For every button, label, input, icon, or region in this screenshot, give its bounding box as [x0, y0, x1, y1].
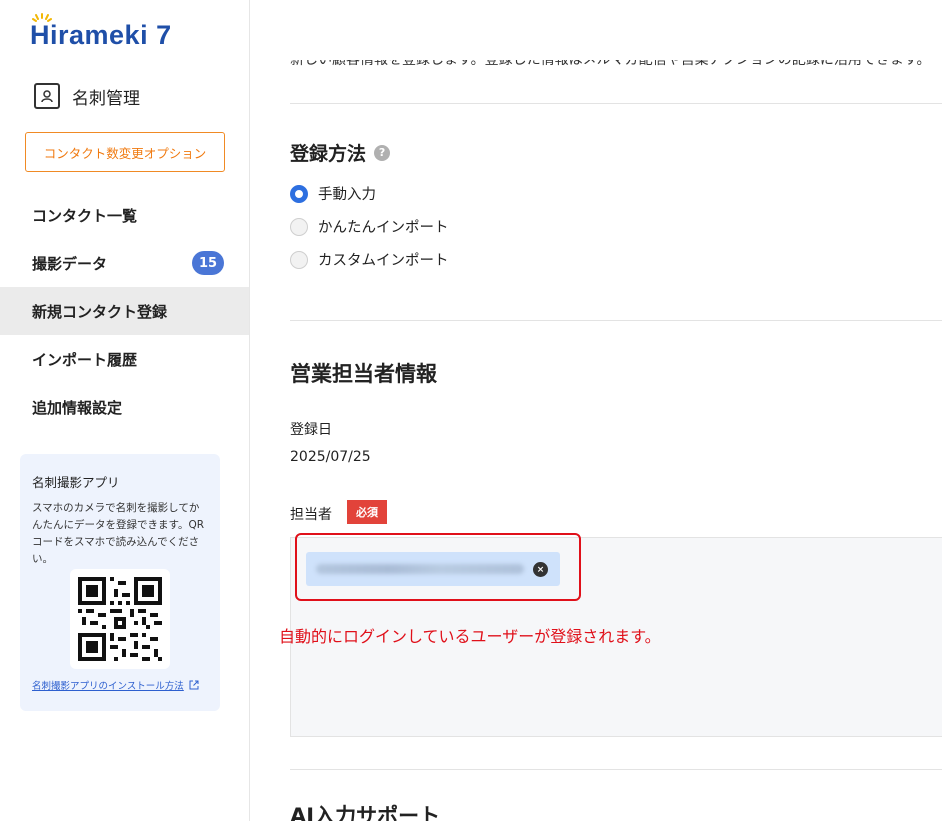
sidebar-item-import-history[interactable]: インポート履歴	[0, 335, 249, 383]
sidebar-nav: コンタクト一覧 撮影データ 15 新規コンタクト登録 インポート履歴 追加情報設…	[0, 191, 249, 431]
sidebar-item-additional-settings[interactable]: 追加情報設定	[0, 383, 249, 431]
app-promo-card: 名刺撮影アプリ スマホのカメラで名刺を撮影してかんたんにデータを登録できます。Q…	[20, 454, 220, 711]
radio-button[interactable]	[290, 217, 308, 236]
sidebar-item-contact-list[interactable]: コンタクト一覧	[0, 191, 249, 239]
sidebar-item-new-contact[interactable]: 新規コンタクト登録	[0, 287, 249, 335]
radio-label: 手動入力	[318, 187, 376, 203]
qr-code	[70, 569, 170, 669]
radio-button-checked[interactable]	[290, 184, 308, 203]
sidebar-item-label: コンタクト一覧	[32, 206, 138, 225]
annotation-text: 自動的にログインしているユーザーが登録されます。	[279, 627, 661, 646]
divider	[290, 103, 942, 104]
section-title: 名刺管理	[72, 88, 140, 109]
app-install-link-text: 名刺撮影アプリのインストール方法	[32, 681, 184, 692]
qr-code-icon	[78, 577, 162, 661]
app-card-description: スマホのカメラで名刺を撮影してかんたんにデータを登録できます。QRコードをスマホ…	[32, 502, 205, 565]
sidebar-item-label: 撮影データ	[32, 254, 108, 273]
sidebar-item-label: 追加情報設定	[32, 398, 123, 417]
sidebar-item-label: インポート履歴	[32, 350, 138, 369]
registration-date-value: 2025/07/25	[290, 449, 371, 465]
count-badge: 15	[192, 251, 224, 275]
section-header: 名刺管理	[34, 83, 140, 109]
registration-method-heading: 登録方法 ?	[290, 139, 391, 166]
registration-date-label: 登録日	[290, 422, 332, 438]
radio-custom-import[interactable]: カスタムインポート	[290, 249, 449, 270]
required-badge: 必須	[347, 500, 387, 524]
business-card-icon	[34, 83, 60, 109]
brand-logo[interactable]: Hirameki 7	[30, 12, 172, 52]
app-install-link[interactable]: 名刺撮影アプリのインストール方法	[32, 678, 199, 692]
sidebar-item-scan-data[interactable]: 撮影データ 15	[0, 239, 249, 287]
radio-label: カスタムインポート	[318, 253, 449, 269]
divider	[290, 769, 942, 770]
sales-info-title: 営業担当者情報	[290, 362, 437, 386]
app-card-title: 名刺撮影アプリ	[32, 475, 120, 490]
divider	[290, 320, 942, 321]
radio-button[interactable]	[290, 250, 308, 269]
help-icon[interactable]: ?	[374, 144, 391, 161]
logo-rays-icon	[32, 13, 52, 22]
main-content: 新しい顧客情報を登録します。登録した情報はメルマガ配信や営業アクションの記録に活…	[251, 0, 942, 821]
external-link-icon	[189, 680, 199, 690]
assignee-label: 担当者	[290, 507, 332, 523]
radio-manual-input[interactable]: 手動入力	[290, 183, 376, 204]
sidebar: Hirameki 7 名刺管理 コンタクト数変更オプション コンタクト一覧 撮影…	[0, 0, 250, 821]
ai-input-support-title: AI入力サポート	[290, 804, 441, 821]
radio-label: かんたんインポート	[318, 220, 449, 236]
header-area	[251, 0, 942, 60]
sidebar-item-label: 新規コンタクト登録	[32, 302, 168, 321]
contact-count-option-button[interactable]: コンタクト数変更オプション	[25, 132, 225, 172]
annotation-highlight-box	[295, 533, 581, 601]
radio-easy-import[interactable]: かんたんインポート	[290, 216, 449, 237]
app-root: Hirameki 7 名刺管理 コンタクト数変更オプション コンタクト一覧 撮影…	[0, 0, 942, 821]
registration-method-title: 登録方法	[290, 143, 367, 165]
